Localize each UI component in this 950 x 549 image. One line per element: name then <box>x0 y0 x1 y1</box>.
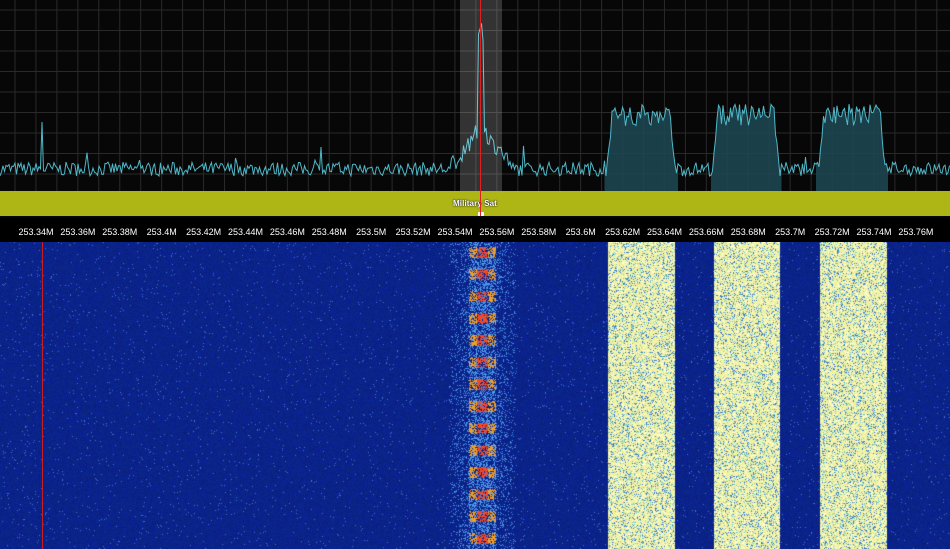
axis-tick-label: 253.52M <box>395 227 431 237</box>
axis-tick-label: 253.62M <box>605 227 641 237</box>
axis-tick-label: 253.58M <box>521 227 557 237</box>
axis-tick-label: 253.68M <box>730 227 766 237</box>
axis-tick-label: 253.48M <box>311 227 347 237</box>
carrier-fill <box>604 104 678 192</box>
axis-tick-label: 253.44M <box>227 227 264 237</box>
axis-tick-label: 253.4M <box>146 227 177 237</box>
axis-tick-label: 253.6M <box>565 227 596 237</box>
frequency-axis[interactable]: 253.34M 253.36M 253.38M 253.4M 253.42M 253.44… <box>0 218 950 242</box>
axis-tick-label: 253.66M <box>688 227 724 237</box>
axis-tick-label: 253.34M <box>18 227 54 237</box>
band-label: Military Sat <box>453 199 497 208</box>
waterfall-canvas[interactable] <box>0 242 950 549</box>
axis-tick-label: 253.38M <box>102 227 138 237</box>
axis-tick-label: 253.42M <box>186 227 222 237</box>
axis-tick-label: 253.56M <box>479 227 515 237</box>
band-marker-icon[interactable] <box>478 212 484 216</box>
waterfall-display[interactable] <box>0 242 950 549</box>
axis-tick-label: 253.72M <box>814 227 850 237</box>
spectrum-plot[interactable]: Military Sat <box>0 0 950 218</box>
axis-tick-label: 253.46M <box>269 227 305 237</box>
axis-tick-label: 253.76M <box>898 227 934 237</box>
tuned-frequency-line[interactable] <box>480 0 481 216</box>
carrier-fill <box>816 104 888 192</box>
axis-tick-label: 253.7M <box>775 227 806 237</box>
axis-tick-label: 253.74M <box>856 227 892 237</box>
cursor-line <box>42 242 43 549</box>
axis-tick-label: 253.64M <box>646 227 683 237</box>
axis-tick-label: 253.5M <box>356 227 387 237</box>
tuned-bandwidth-highlight[interactable] <box>460 0 502 192</box>
sdr-window: Military Sat 253.34M 253.36M 253.38M 253.4M… <box>0 0 950 549</box>
axis-tick-label: 253.36M <box>60 227 96 237</box>
axis-tick-label: 253.54M <box>437 227 473 237</box>
